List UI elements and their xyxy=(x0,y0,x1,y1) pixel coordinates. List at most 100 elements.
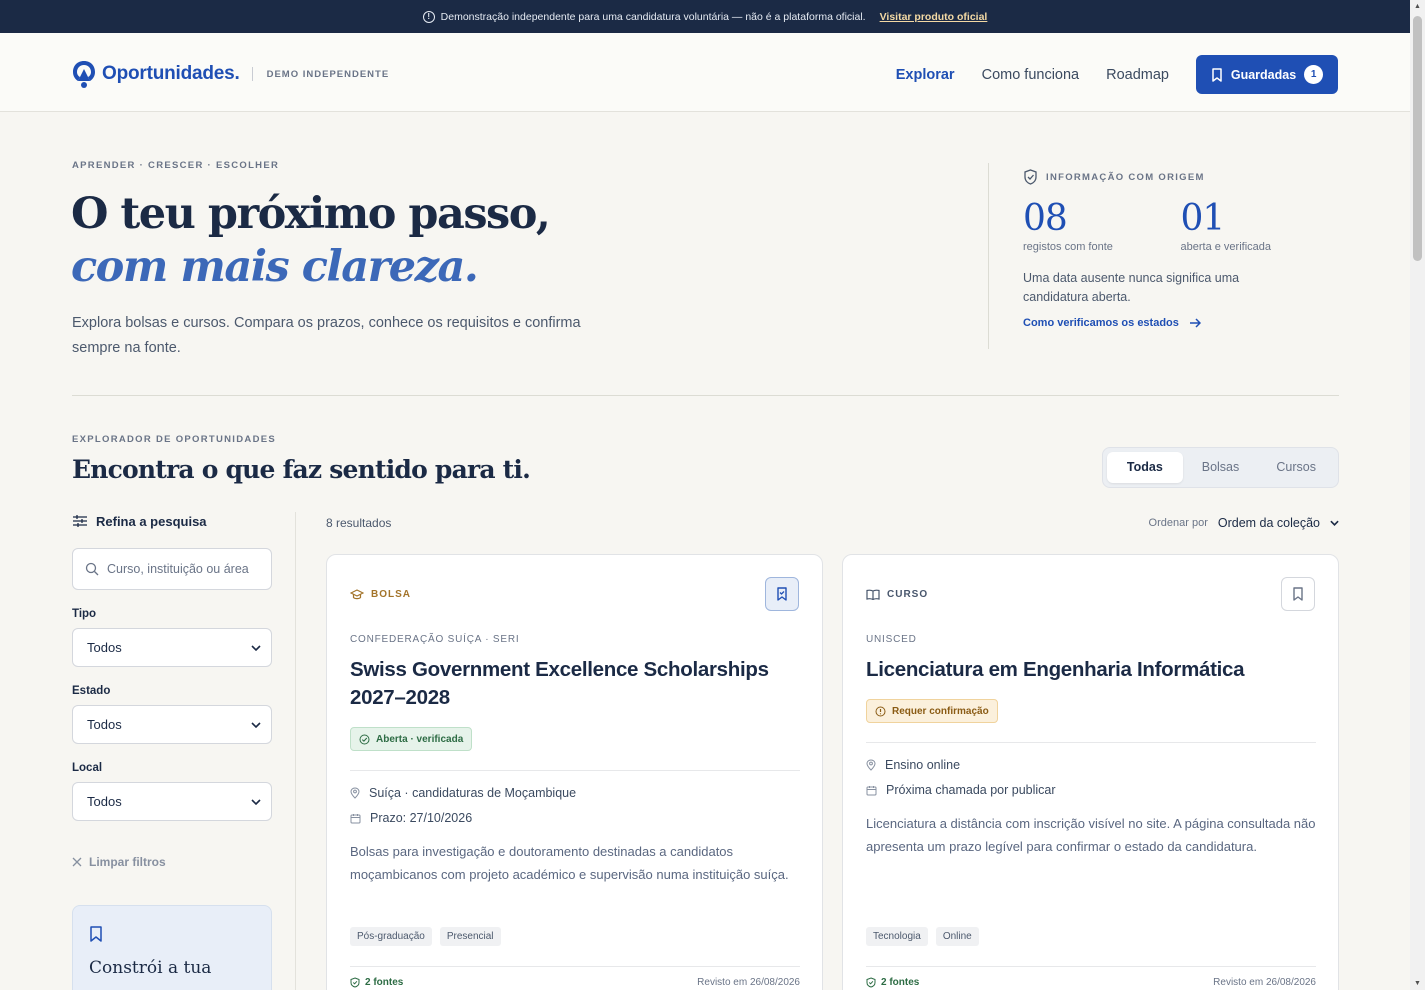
tag: Pós-graduação xyxy=(350,927,432,946)
nav-explorar[interactable]: Explorar xyxy=(896,67,955,83)
verification-link[interactable]: Como verificamos os estados xyxy=(1023,317,1201,329)
card-divider xyxy=(866,966,1316,967)
card-sources[interactable]: 2 fontes xyxy=(350,977,403,988)
hero-title-line2: com mais clareza. xyxy=(71,242,479,292)
status-badge: Requer confirmação xyxy=(866,699,998,723)
status-label: Estado xyxy=(72,685,111,697)
card-location-text: Suíça · candidaturas de Moçambique xyxy=(369,786,577,800)
demo-tag: DEMO INDEPENDENTE xyxy=(266,68,390,80)
scroll-up-icon[interactable]: ▲ xyxy=(1413,3,1422,10)
type-label: Tipo xyxy=(72,608,97,620)
card-location: Ensino online xyxy=(866,758,960,772)
opportunity-card[interactable]: BOLSA CONFEDERAÇÃO SUÍÇA · SERI Swiss Go… xyxy=(326,554,823,990)
map-pin-icon xyxy=(350,787,360,799)
sort-control[interactable]: Ordenar por Ordem da coleção xyxy=(1149,516,1339,530)
logo-mark-icon xyxy=(73,61,95,88)
nav-como-funciona[interactable]: Como funciona xyxy=(982,67,1080,83)
bookmark-check-icon xyxy=(777,587,787,601)
card-type-label: CURSO xyxy=(887,589,929,600)
card-revised: Revisto em 26/08/2026 xyxy=(1213,977,1316,988)
card-tags: Pós-graduação Presencial xyxy=(350,927,501,946)
stat-value: 01 xyxy=(1180,198,1226,239)
card-sources[interactable]: 2 fontes xyxy=(866,977,919,988)
card-sources-text: 2 fontes xyxy=(881,977,920,988)
hero-eyebrow: APRENDER · CRESCER · ESCOLHER xyxy=(72,160,280,171)
stat-value: 08 xyxy=(1023,198,1068,239)
stat-label: aberta e verificada xyxy=(1180,241,1272,253)
scrollbar-thumb[interactable] xyxy=(1413,16,1422,261)
saved-button[interactable]: Guardadas 1 xyxy=(1196,55,1338,94)
page-scrollbar[interactable]: ▲ ▼ xyxy=(1410,0,1425,990)
card-footer: 2 fontes Revisto em 26/08/2026 xyxy=(350,977,800,988)
type-select[interactable]: Todos xyxy=(72,628,272,667)
tag: Online xyxy=(935,927,979,946)
card-deadline: Próxima chamada por publicar xyxy=(866,783,1056,797)
chevron-down-icon xyxy=(251,644,261,651)
shield-check-icon xyxy=(350,977,360,988)
card-institution: CONFEDERAÇÃO SUÍÇA · SERI xyxy=(350,634,520,645)
explorer-title: Encontra o que faz sentido para ti. xyxy=(72,455,531,484)
save-bookmark-button[interactable] xyxy=(765,577,799,611)
calendar-icon xyxy=(866,785,877,795)
clear-filters-label: Limpar filtros xyxy=(89,855,166,869)
saved-label: Guardadas xyxy=(1230,67,1297,82)
bookmark-icon xyxy=(1212,67,1222,82)
sort-value: Ordem da coleção xyxy=(1217,516,1320,530)
location-select[interactable]: Todos xyxy=(72,782,272,821)
refine-heading: Refina a pesquisa xyxy=(72,512,272,530)
stat-label: registos com fonte xyxy=(1023,241,1113,253)
nav-roadmap[interactable]: Roadmap xyxy=(1106,67,1169,83)
shield-check-icon xyxy=(866,977,876,988)
status-select[interactable]: Todos xyxy=(72,705,272,744)
search-input[interactable] xyxy=(107,562,257,576)
results-bar: 8 resultados Ordenar por Ordem da coleçã… xyxy=(326,516,1339,530)
card-description: Licenciatura a distância com inscrição v… xyxy=(866,816,1316,854)
card-description: Bolsas para investigação e doutoramento … xyxy=(350,844,789,882)
demo-banner-text: Demonstração independente para uma candi… xyxy=(440,10,866,23)
shield-check-icon xyxy=(1024,169,1037,185)
stats-note: Uma data ausente nunca significa uma can… xyxy=(1023,271,1240,304)
card-tags: Tecnologia Online xyxy=(866,927,979,946)
card-footer: 2 fontes Revisto em 26/08/2026 xyxy=(866,977,1316,988)
stat-open-verified: 01 aberta e verificada xyxy=(1180,198,1339,254)
tab-bolsas[interactable]: Bolsas xyxy=(1183,452,1259,483)
chevron-down-icon xyxy=(251,798,261,805)
search-field[interactable] xyxy=(72,548,272,590)
chevron-down-icon xyxy=(1330,520,1339,526)
sort-label: Ordenar por xyxy=(1148,517,1208,529)
tag: Presencial xyxy=(439,927,501,946)
opportunity-card[interactable]: CURSO UNISCED Licenciatura em Engenharia… xyxy=(842,554,1339,990)
tab-todas[interactable]: Todas xyxy=(1107,452,1183,483)
tag: Tecnologia xyxy=(866,927,928,946)
calendar-icon xyxy=(350,813,361,823)
map-pin-icon xyxy=(866,759,876,771)
save-bookmark-button[interactable] xyxy=(1281,577,1315,611)
card-deadline-text: Próxima chamada por publicar xyxy=(886,783,1056,797)
explorer-eyebrow: EXPLORADOR DE OPORTUNIDADES xyxy=(72,434,277,445)
card-divider xyxy=(866,742,1316,743)
official-product-link[interactable]: Visitar produto oficial xyxy=(880,11,988,23)
sidebar-divider xyxy=(295,512,296,990)
saved-count-badge: 1 xyxy=(1304,65,1324,84)
card-title[interactable]: Licenciatura em Engenharia Informática xyxy=(866,656,1306,684)
card-revised: Revisto em 26/08/2026 xyxy=(697,977,800,988)
logo[interactable]: Oportunidades. DEMO INDEPENDENTE xyxy=(71,59,389,89)
shortlist-promo: Constrói a tua xyxy=(72,905,272,990)
card-divider xyxy=(350,770,800,771)
tab-cursos[interactable]: Cursos xyxy=(1258,452,1334,483)
hero-subtitle: Explora bolsas e cursos. Compara os praz… xyxy=(72,315,581,356)
card-deadline-text: Prazo: 27/10/2026 xyxy=(370,811,473,825)
card-type: BOLSA xyxy=(350,589,411,600)
card-title[interactable]: Swiss Government Excellence Scholarships… xyxy=(350,656,790,712)
logo-separator xyxy=(251,67,253,81)
clear-filters-button[interactable]: Limpar filtros xyxy=(72,855,272,869)
check-circle-icon xyxy=(359,734,370,744)
refine-title: Refina a pesquisa xyxy=(96,513,207,529)
filters-sidebar: Refina a pesquisa Tipo Todos Estado Todo… xyxy=(72,512,272,990)
close-icon xyxy=(72,857,82,867)
status-select-value: Todos xyxy=(87,717,122,732)
scroll-down-icon[interactable]: ▼ xyxy=(1413,980,1422,987)
card-location: Suíça · candidaturas de Moçambique xyxy=(350,786,576,800)
hero-title-line1: O teu próximo passo, xyxy=(71,189,551,239)
stats-panel: INFORMAÇÃO COM ORIGEM 08 registos com fo… xyxy=(988,163,1338,349)
